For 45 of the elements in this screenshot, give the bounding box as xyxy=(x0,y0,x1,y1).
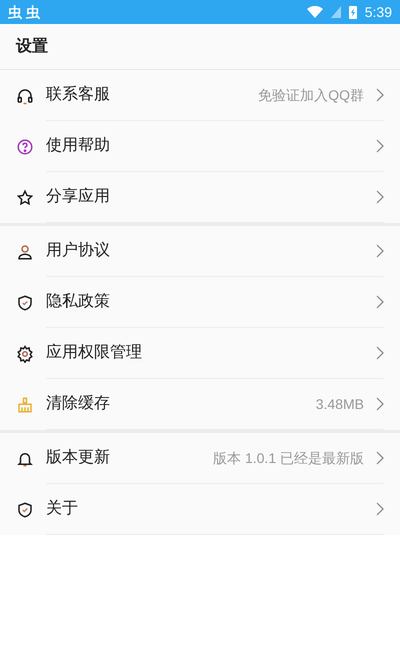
item-detail: 3.48MB xyxy=(316,394,364,414)
chevron-icon xyxy=(376,244,384,258)
item-label: 分享应用 xyxy=(46,186,111,207)
time: 5:39 xyxy=(364,2,392,22)
user-icon xyxy=(16,242,34,260)
star-icon xyxy=(16,188,34,206)
shield-icon xyxy=(16,500,34,518)
settings-item[interactable]: 使用帮助 xyxy=(0,121,400,172)
item-label: 用户协议 xyxy=(46,240,111,261)
chevron-icon xyxy=(376,88,384,102)
settings-item[interactable]: 关于 xyxy=(0,484,400,535)
settings-item[interactable]: 清除缓存 3.48MB xyxy=(0,379,400,430)
wifi-icon xyxy=(306,6,323,18)
item-label: 应用权限管理 xyxy=(46,342,143,363)
item-label: 关于 xyxy=(46,498,79,519)
settings-item[interactable]: 用户协议 xyxy=(0,226,400,277)
settings-item[interactable]: 隐私政策 xyxy=(0,277,400,328)
chevron-icon xyxy=(376,502,384,516)
item-label: 使用帮助 xyxy=(46,136,111,156)
page-title: 设置 xyxy=(16,36,48,56)
chevron-icon xyxy=(376,397,384,411)
item-label: 隐私政策 xyxy=(46,292,111,312)
battery-icon xyxy=(348,5,357,19)
help-icon xyxy=(16,138,34,156)
item-label: 联系客服 xyxy=(46,84,111,105)
chevron-icon xyxy=(376,451,384,465)
settings-item[interactable]: 联系客服 免验证加入QQ群 xyxy=(0,70,400,121)
shield-icon xyxy=(16,294,34,312)
item-label: 清除缓存 xyxy=(46,394,111,414)
no-signal-icon xyxy=(330,6,341,18)
headphones-icon xyxy=(16,86,34,104)
chevron-icon xyxy=(376,295,384,309)
notification-icon: 虫 xyxy=(26,2,40,22)
chevron-icon xyxy=(376,139,384,153)
settings-item[interactable]: 版本更新 版本 1.0.1 已经是最新版 xyxy=(0,433,400,484)
item-detail: 免验证加入QQ群 xyxy=(258,86,364,105)
settings-item[interactable]: 应用权限管理 xyxy=(0,328,400,379)
settings-item[interactable]: 分享应用 xyxy=(0,172,400,223)
chevron-icon xyxy=(376,190,384,204)
item-label: 版本更新 xyxy=(46,448,111,468)
broom-icon xyxy=(16,396,34,414)
notification-icon: 虫 xyxy=(8,2,22,22)
item-detail: 版本 1.0.1 已经是最新版 xyxy=(213,448,364,468)
chevron-icon xyxy=(376,346,384,360)
gear-icon xyxy=(16,344,34,362)
